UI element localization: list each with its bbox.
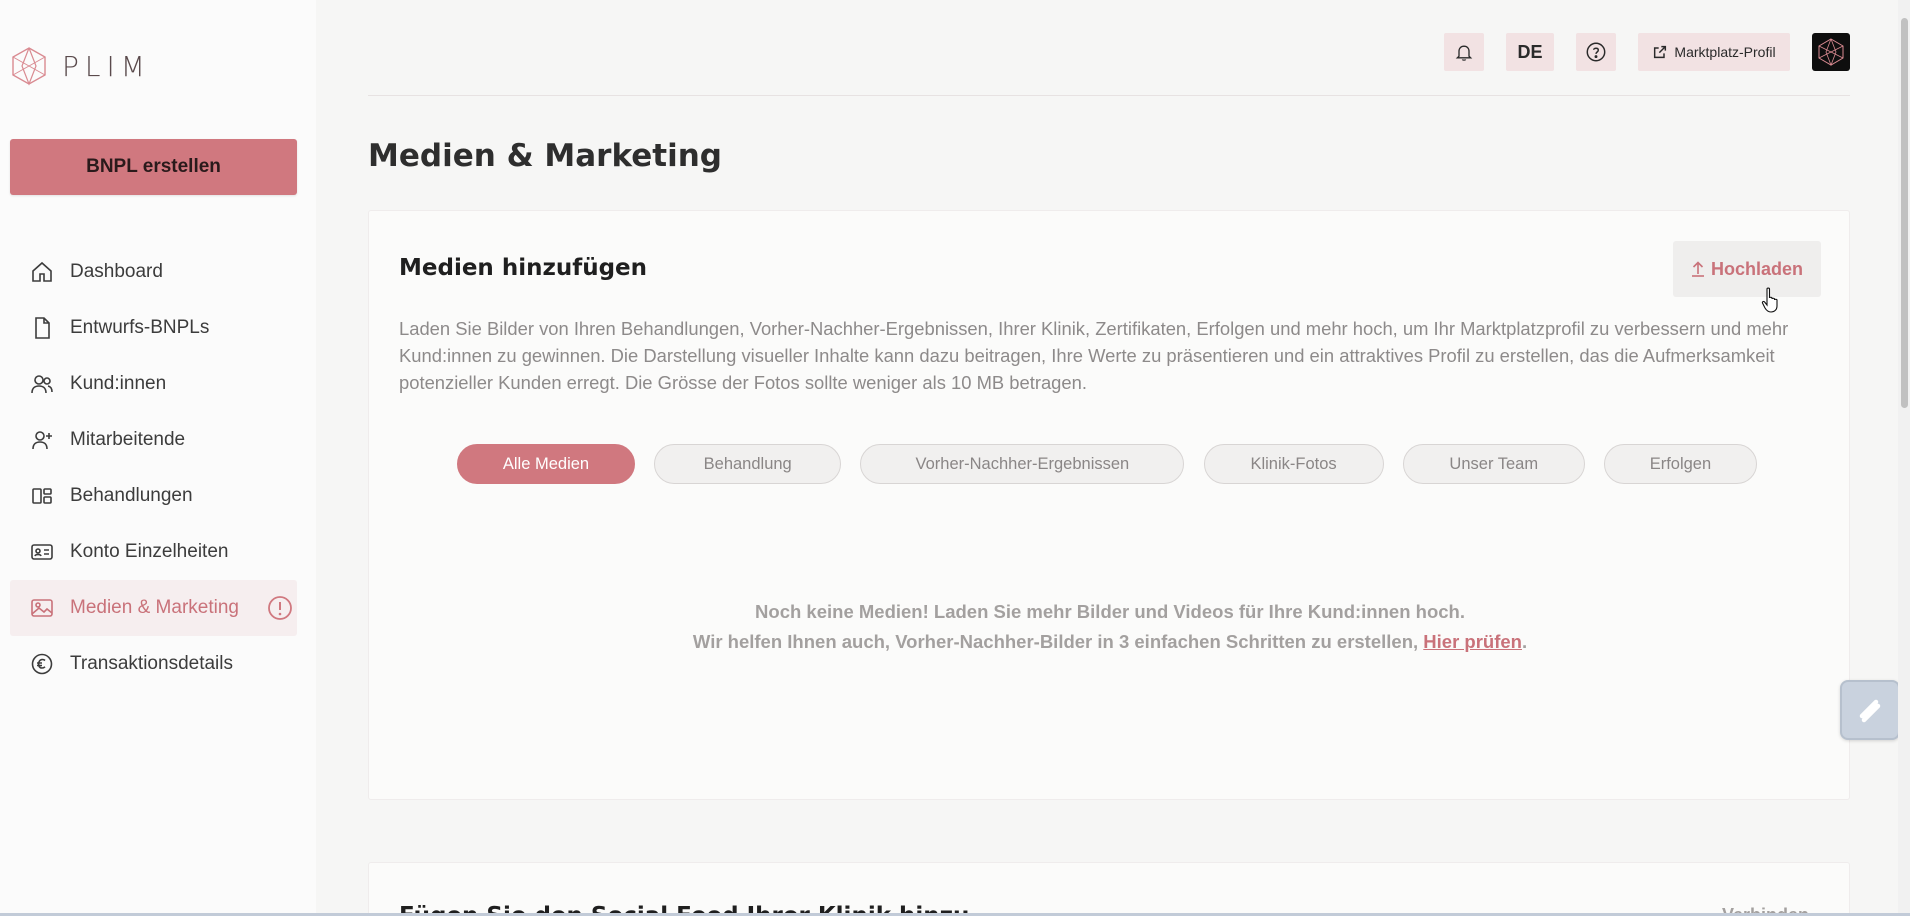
sidebar-item-transactions[interactable]: Transaktionsdetails [10,636,297,692]
hand-cursor-icon [1761,287,1778,313]
euro-icon [30,652,54,676]
marketplace-profile-button[interactable]: Marktplatz-Profil [1638,33,1790,71]
notifications-button[interactable] [1444,33,1484,71]
plim-logo-icon [12,47,46,86]
user-plus-icon [30,428,54,452]
page-title: Medien & Marketing [368,138,722,174]
filter-our-team[interactable]: Unser Team [1402,444,1585,484]
sidebar-item-label: Medien & Marketing [70,597,239,618]
check-here-link[interactable]: Hier prüfen [1423,631,1522,652]
media-filter-tabs: Alle Medien Behandlung Vorher-Nachher-Er… [457,444,1757,484]
language-button[interactable]: DE [1506,33,1554,71]
brand-logo[interactable]: PLIM [10,46,151,86]
sidebar-item-label: Konto Einzelheiten [70,541,229,562]
empty-state-line2: Wir helfen Ihnen auch, Vorher-Nachher-Bi… [369,627,1851,657]
marketplace-profile-label: Marktplatz-Profil [1674,44,1776,60]
sidebar-item-customers[interactable]: Kund:innen [10,356,297,412]
empty-state-line2-text: Wir helfen Ihnen auch, Vorher-Nachher-Bi… [692,631,1424,652]
filter-all-media[interactable]: Alle Medien [457,444,635,484]
id-card-icon [30,540,54,564]
upload-label: Hochladen [1710,258,1803,279]
empty-state: Noch keine Medien! Laden Sie mehr Bilder… [369,597,1851,657]
users-icon [30,372,54,396]
sidebar-item-draft-bnpls[interactable]: Entwurfs-BNPLs [10,300,297,356]
lightning-icon [1859,699,1881,723]
filter-achievements[interactable]: Erfolgen [1603,444,1757,484]
brand-name: PLIM [62,49,151,83]
sidebar: PLIM BNPL erstellen Dashboard Entwurfs-B… [0,0,316,916]
help-icon [1586,42,1606,62]
help-button[interactable] [1576,33,1616,71]
user-avatar[interactable] [1812,33,1850,71]
external-link-icon [1654,45,1667,59]
media-card-description: Laden Sie Bilder von Ihren Behandlungen,… [399,318,1789,393]
document-icon [30,316,54,340]
alert-icon [268,596,292,620]
chat-widget-button[interactable] [1840,680,1900,740]
media-card-title: Medien hinzufügen [399,255,648,281]
upload-button[interactable]: Hochladen [1673,241,1821,297]
filter-before-after[interactable]: Vorher-Nachher-Ergebnissen [860,444,1185,484]
sidebar-item-label: Mitarbeitende [70,429,186,450]
layout-icon [30,484,54,508]
sidebar-item-treatments[interactable]: Behandlungen [10,468,297,524]
sidebar-item-label: Entwurfs-BNPLs [70,317,210,338]
sidebar-nav: Dashboard Entwurfs-BNPLs Kund:innen Mita… [10,244,297,692]
upload-arrow-icon [1691,261,1704,277]
filter-treatment[interactable]: Behandlung [654,444,842,484]
social-feed-card: Fügen Sie den Social Feed Ihrer Klinik h… [368,862,1850,916]
sidebar-item-employees[interactable]: Mitarbeitende [10,412,297,468]
top-actions: DE Marktplatz-Profil [1444,33,1850,71]
create-bnpl-button[interactable]: BNPL erstellen [10,139,297,195]
sidebar-item-label: Dashboard [70,261,163,282]
empty-state-line1: Noch keine Medien! Laden Sie mehr Bilder… [755,601,1465,622]
bell-icon [1455,45,1473,61]
sidebar-item-account-details[interactable]: Konto Einzelheiten [10,524,297,580]
empty-state-line2-suffix: . [1521,631,1528,652]
home-icon [30,260,54,284]
sidebar-item-dashboard[interactable]: Dashboard [10,244,297,300]
scrollbar-thumb[interactable] [1901,18,1908,408]
filter-clinic-photos[interactable]: Klinik-Fotos [1203,444,1384,484]
media-card: Medien hinzufügen Hochladen Laden Sie Bi… [368,210,1850,800]
sidebar-item-media-marketing[interactable]: Medien & Marketing [10,580,297,636]
top-bar: DE Marktplatz-Profil [368,0,1850,96]
app-root: PLIM BNPL erstellen Dashboard Entwurfs-B… [0,0,1910,916]
avatar-logo-icon [1818,38,1844,67]
sidebar-item-label: Transaktionsdetails [70,653,233,674]
image-icon [30,596,54,620]
sidebar-item-label: Kund:innen [70,373,167,394]
sidebar-item-label: Behandlungen [70,485,193,506]
